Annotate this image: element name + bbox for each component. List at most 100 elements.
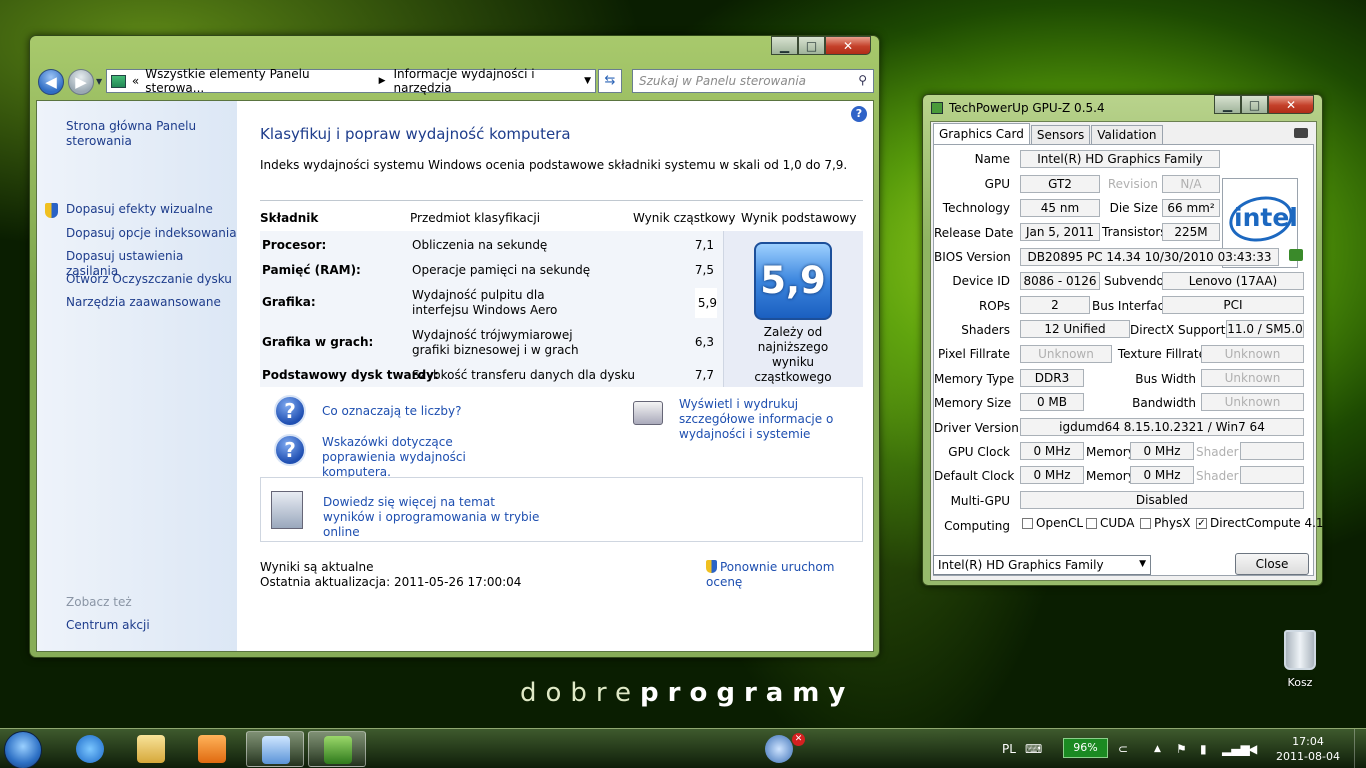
show-desktop-button[interactable] bbox=[1354, 729, 1366, 768]
recent-pages-dropdown[interactable]: ▼ bbox=[96, 77, 102, 86]
search-icon[interactable]: ⚲ bbox=[858, 73, 867, 87]
checkbox-physx[interactable]: PhysX bbox=[1140, 516, 1190, 530]
close-button[interactable]: ✕ bbox=[1268, 95, 1314, 114]
sidebar-item-action-center[interactable]: Centrum akcji bbox=[66, 618, 150, 633]
refresh-button[interactable]: ⇆ bbox=[598, 69, 622, 93]
sidebar-home-link[interactable]: Strona główna Panelu sterowania bbox=[66, 119, 216, 149]
breadcrumb-all-items[interactable]: Wszystkie elementy Panelu sterowa... bbox=[145, 67, 370, 95]
header-basescore: Wynik podstawowy bbox=[741, 211, 857, 225]
checkbox-opencl[interactable]: OpenCL bbox=[1022, 516, 1083, 530]
sidebar-item-visual-effects[interactable]: Dopasuj efekty wizualne bbox=[66, 202, 213, 217]
volume-icon[interactable]: ◀ bbox=[1248, 742, 1257, 756]
close-app-button[interactable]: Close bbox=[1235, 553, 1309, 575]
sidebar-item-advanced-tools[interactable]: Narzędzia zaawansowane bbox=[66, 295, 221, 310]
rerun-assessment-link[interactable]: Ponownie uruchom ocenę bbox=[706, 560, 865, 590]
value-default-memory: 0 MHz bbox=[1130, 466, 1194, 484]
graphics-card-panel: Name Intel(R) HD Graphics Family GPU GT2… bbox=[933, 144, 1324, 576]
maximize-button[interactable]: □ bbox=[1241, 95, 1268, 114]
link-what-numbers-mean[interactable]: Co oznaczają te liczby? bbox=[322, 404, 461, 419]
tab-graphics-card[interactable]: Graphics Card bbox=[933, 123, 1030, 144]
table-row-component: Grafika w grach: bbox=[262, 335, 374, 349]
address-chevrons[interactable]: « bbox=[132, 74, 139, 88]
link-learn-online[interactable]: Dowiedz się więcej na temat wyników i op… bbox=[323, 495, 543, 540]
address-dropdown-icon[interactable]: ▼ bbox=[584, 76, 591, 86]
maximize-button[interactable]: □ bbox=[798, 36, 825, 55]
gpuz-title: TechPowerUp GPU-Z 0.5.4 bbox=[949, 101, 1105, 115]
recycle-bin-label: Kosz bbox=[1287, 676, 1313, 689]
cuda-label: CUDA bbox=[1100, 516, 1135, 530]
forward-button[interactable]: ▶ bbox=[68, 69, 94, 95]
link-print-details[interactable]: Wyświetl i wydrukuj szczegółowe informac… bbox=[679, 397, 865, 442]
label-pixel-fillrate: Pixel Fillrate bbox=[938, 347, 1010, 361]
sidebar-item-indexing[interactable]: Dopasuj opcje indeksowania bbox=[66, 226, 237, 241]
wallpaper-brand: dobreprogramy bbox=[520, 678, 855, 708]
language-indicator[interactable]: PL bbox=[1002, 742, 1016, 756]
network-signal-icon[interactable]: ▂▄▆ bbox=[1222, 742, 1250, 756]
help-icon[interactable]: ? bbox=[851, 106, 867, 122]
minimize-button[interactable]: ▁ bbox=[771, 36, 798, 55]
link-improvement-tips[interactable]: Wskazówki dotyczące poprawienia wydajnoś… bbox=[322, 435, 522, 480]
action-center-flag-icon[interactable]: ⚑ bbox=[1176, 742, 1187, 756]
printer-icon bbox=[633, 401, 663, 425]
camera-icon[interactable] bbox=[1294, 128, 1308, 138]
gpuz-window-controls: ▁ □ ✕ bbox=[1214, 95, 1314, 115]
control-panel-window: ▁ □ ✕ ◀ ▶ ▼ « Wszystkie elementy Panelu … bbox=[29, 35, 880, 658]
base-score-badge: 5,9 bbox=[754, 242, 832, 320]
clock-date: 2011-08-04 bbox=[1276, 750, 1340, 763]
table-row-score: 7,5 bbox=[694, 263, 714, 277]
directcompute-label: DirectCompute 4.1 bbox=[1210, 516, 1324, 530]
taskbar-internet-explorer[interactable] bbox=[61, 731, 119, 767]
header-subscore: Wynik cząstkowy bbox=[633, 211, 736, 225]
taskbar-control-panel[interactable] bbox=[246, 731, 304, 767]
value-revision: N/A bbox=[1162, 175, 1220, 193]
recycle-bin-icon[interactable]: Kosz bbox=[1278, 630, 1322, 689]
sidebar-item-disk-cleanup[interactable]: Otwórz Oczyszczanie dysku bbox=[66, 272, 232, 287]
table-row-component: Procesor: bbox=[262, 238, 327, 252]
label-directx: DirectX Support bbox=[1130, 323, 1226, 337]
label-revision: Revision bbox=[1107, 177, 1158, 191]
media-player-icon bbox=[198, 735, 226, 763]
battery-meter[interactable]: 96% bbox=[1063, 738, 1108, 758]
taskbar-media-player[interactable] bbox=[183, 731, 241, 767]
see-also-heading: Zobacz też bbox=[66, 595, 132, 609]
table-row-score: 6,3 bbox=[694, 335, 714, 349]
folder-icon bbox=[137, 735, 165, 763]
value-shaders: 12 Unified bbox=[1020, 320, 1130, 338]
checkbox-directcompute[interactable]: ✓ DirectCompute 4.1 bbox=[1196, 516, 1324, 530]
breadcrumb-performance[interactable]: Informacje wydajności i narzędzia bbox=[393, 67, 595, 95]
breadcrumb-separator[interactable]: ▶ bbox=[379, 76, 386, 86]
header-component: Składnik bbox=[260, 211, 319, 225]
sidebar: Strona główna Panelu sterowania Dopasuj … bbox=[37, 101, 237, 651]
uac-shield-icon bbox=[706, 560, 717, 573]
label-bus-interface: Bus Interface bbox=[1092, 299, 1172, 313]
car-app-icon bbox=[765, 735, 793, 763]
taskbar-gpuz[interactable] bbox=[308, 731, 366, 767]
minimize-button[interactable]: ▁ bbox=[1214, 95, 1241, 114]
table-row-subject: Wydajność trójwymiarowej grafiki bizneso… bbox=[412, 328, 579, 357]
taskbar-app-notification[interactable]: ✕ bbox=[750, 731, 808, 767]
power-icon[interactable]: ▮ bbox=[1200, 742, 1207, 756]
value-die-size: 66 mm² bbox=[1162, 199, 1220, 217]
tab-sensors[interactable]: Sensors bbox=[1030, 125, 1091, 144]
label-transistors: Transistors bbox=[1102, 225, 1167, 239]
power-plug-icon[interactable]: ⊂ bbox=[1118, 742, 1128, 756]
search-input[interactable]: Szukaj w Panelu sterowania ⚲ bbox=[632, 69, 874, 93]
start-button[interactable] bbox=[4, 731, 42, 768]
value-technology: 45 nm bbox=[1020, 199, 1100, 217]
intro-text: Indeks wydajności systemu Windows ocenia… bbox=[260, 158, 848, 172]
back-button[interactable]: ◀ bbox=[38, 69, 64, 95]
keyboard-icon[interactable]: ⌨ bbox=[1025, 742, 1042, 756]
tab-validation[interactable]: Validation bbox=[1091, 125, 1163, 144]
value-multi-gpu: Disabled bbox=[1020, 491, 1304, 509]
show-hidden-icons-icon[interactable]: ▲ bbox=[1154, 744, 1161, 754]
taskbar-explorer[interactable] bbox=[122, 731, 180, 767]
address-bar[interactable]: « Wszystkie elementy Panelu sterowa... ▶… bbox=[106, 67, 596, 95]
clock[interactable]: 17:04 2011-08-04 bbox=[1268, 734, 1348, 764]
label-device-id: Device ID bbox=[952, 274, 1010, 288]
gpuz-titlebar: TechPowerUp GPU-Z 0.5.4 bbox=[931, 101, 1105, 115]
close-button[interactable]: ✕ bbox=[825, 36, 871, 55]
checkbox-cuda[interactable]: CUDA bbox=[1086, 516, 1134, 530]
bios-save-icon[interactable] bbox=[1289, 249, 1303, 261]
value-device-id: 8086 - 0126 bbox=[1020, 272, 1100, 290]
device-select[interactable]: Intel(R) HD Graphics Family ▼ bbox=[933, 555, 1151, 575]
